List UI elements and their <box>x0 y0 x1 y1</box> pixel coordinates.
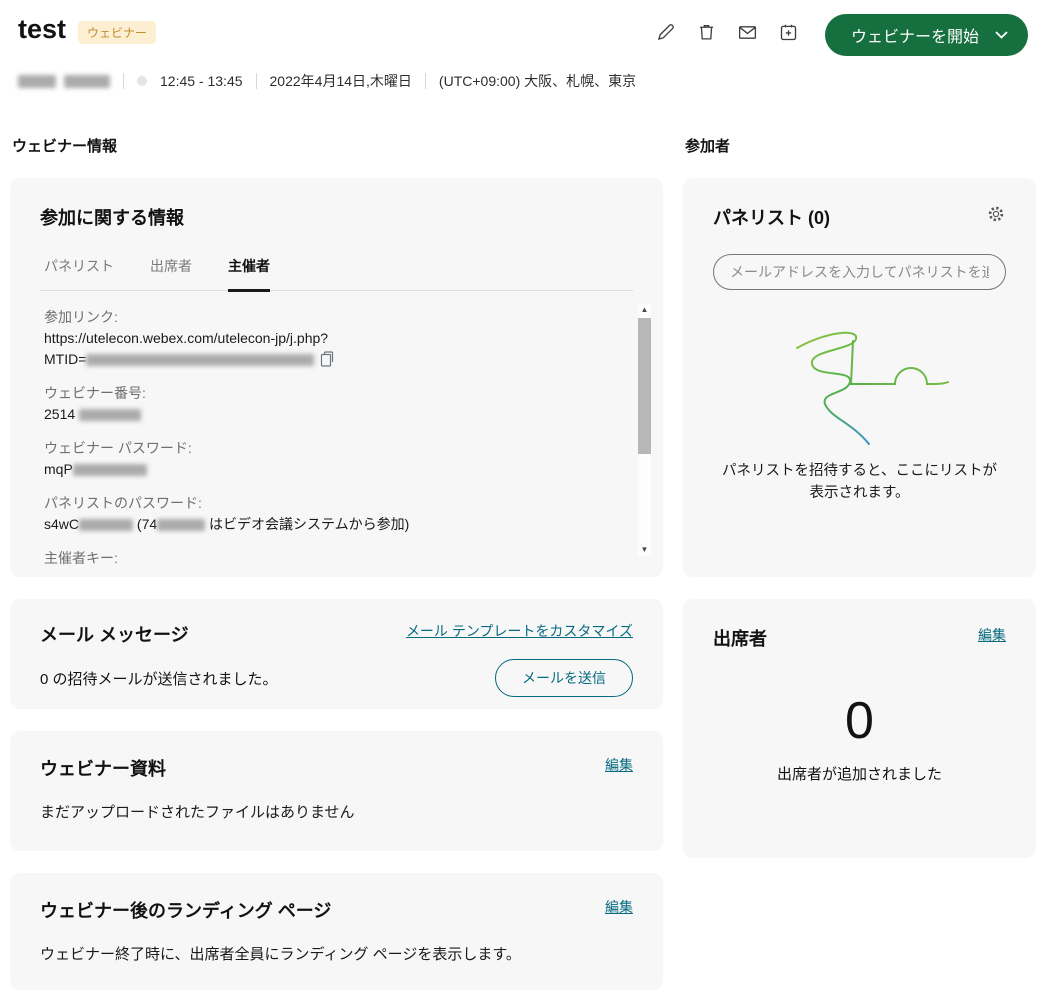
customize-email-template-link[interactable]: メール テンプレートをカスタマイズ <box>406 621 633 641</box>
add-panelist-input[interactable] <box>713 254 1006 290</box>
tab-attendee[interactable]: 出席者 <box>150 256 192 292</box>
webinar-number-label: ウェビナー番号: <box>44 383 599 404</box>
webinar-number-value: 2514 <box>44 404 599 425</box>
host-name-redacted <box>18 75 110 88</box>
attendees-card: 出席者 編集 0 出席者が追加されました <box>683 599 1036 858</box>
join-link-url: https://utelecon.webex.com/utelecon-jp/j… <box>44 328 599 349</box>
mtid-redacted <box>86 354 314 366</box>
join-info-title: 参加に関する情報 <box>40 204 633 230</box>
attendee-count-caption: 出席者が追加されました <box>713 763 1006 784</box>
panelist-card: パネリスト (0) <box>683 178 1036 577</box>
divider <box>425 73 426 89</box>
page-title: test <box>18 14 66 45</box>
landing-description: ウェビナー終了時に、出席者全員にランディング ページを表示します。 <box>40 943 633 964</box>
mtid-prefix: MTID= <box>44 351 86 367</box>
tab-panelist[interactable]: パネリスト <box>44 256 114 292</box>
landing-edit-link[interactable]: 編集 <box>605 897 633 917</box>
webinar-password-prefix: mqP <box>44 461 73 477</box>
status-dot-icon <box>137 76 147 86</box>
attendees-card-title: 出席者 <box>713 625 767 651</box>
participants-column: 参加者 パネリスト (0) <box>683 135 1036 858</box>
start-webinar-button[interactable]: ウェビナーを開始 <box>825 14 1028 56</box>
host-key-label: 主催者キー: <box>44 548 599 569</box>
send-email-button[interactable]: メールを送信 <box>495 659 633 697</box>
webinar-badge: ウェビナー <box>78 21 156 44</box>
webinar-info-column: ウェビナー情報 参加に関する情報 パネリスト 出席者 主催者 参加リンク: ht… <box>10 135 663 990</box>
materials-edit-link[interactable]: 編集 <box>605 755 633 775</box>
email-status-text: 0 の招待メールが送信されました。 <box>40 668 278 689</box>
panelist-password-value: s4wC (74 はビデオ会議システムから参加) <box>44 514 599 535</box>
webinar-materials-card: ウェビナー資料 編集 まだアップロードされたファイルはありません <box>10 731 663 851</box>
header-actions <box>655 22 799 43</box>
edit-icon[interactable] <box>655 22 676 43</box>
panelist-password-prefix: s4wC <box>44 516 79 532</box>
panelist-card-title: パネリスト (0) <box>713 204 830 230</box>
timezone: (UTC+09:00) 大阪、札幌、東京 <box>439 71 636 91</box>
attendee-count: 0 <box>713 695 1006 747</box>
panelist-password-label: パネリストのパスワード: <box>44 493 599 514</box>
panelist-password-mid: (74 <box>137 516 157 532</box>
landing-card-title: ウェビナー後のランディング ページ <box>40 897 331 923</box>
panelist-password-suffix: はビデオ会議システムから参加) <box>209 516 409 532</box>
tab-host[interactable]: 主催者 <box>228 256 270 292</box>
email-card-title: メール メッセージ <box>40 621 189 647</box>
time-range: 12:45 - 13:45 <box>160 73 243 89</box>
join-info-content: 参加リンク: https://utelecon.webex.com/utelec… <box>40 307 633 569</box>
attendees-edit-link[interactable]: 編集 <box>978 625 1006 645</box>
scrollbar: ▲ ▼ <box>638 304 651 556</box>
divider <box>123 73 124 89</box>
join-link-label: 参加リンク: <box>44 307 599 328</box>
scroll-up-icon[interactable]: ▲ <box>641 304 649 316</box>
section-title-webinar-info: ウェビナー情報 <box>12 135 663 156</box>
copy-icon[interactable] <box>320 351 334 367</box>
materials-empty-text: まだアップロードされたファイルはありません <box>40 801 633 822</box>
panelist-empty-text: パネリストを招待すると、ここにリストが表示されます。 <box>713 460 1006 505</box>
post-webinar-landing-card: ウェビナー後のランディング ページ 編集 ウェビナー終了時に、出席者全員にランデ… <box>10 873 663 990</box>
panelist-password-redacted <box>79 519 133 531</box>
scrollbar-thumb[interactable] <box>638 318 651 454</box>
join-link-mtid-line: MTID= <box>44 349 599 370</box>
join-info-card: 参加に関する情報 パネリスト 出席者 主催者 参加リンク: https://ut… <box>10 178 663 577</box>
webinar-password-value: mqP <box>44 459 599 480</box>
materials-card-title: ウェビナー資料 <box>40 755 166 781</box>
empty-panelist-illustration <box>745 314 975 452</box>
panelist-videopw-redacted <box>157 519 205 531</box>
add-to-calendar-icon[interactable] <box>778 22 799 43</box>
chevron-down-icon <box>995 31 1008 39</box>
webinar-password-redacted <box>73 464 147 476</box>
webinar-number-prefix: 2514 <box>44 406 75 422</box>
webinar-number-redacted <box>79 409 141 421</box>
divider <box>256 73 257 89</box>
gear-icon[interactable] <box>986 204 1006 224</box>
section-title-participants: 参加者 <box>685 135 1036 156</box>
start-webinar-label: ウェビナーを開始 <box>851 23 979 47</box>
delete-icon[interactable] <box>696 22 717 43</box>
date: 2022年4月14日,木曜日 <box>270 71 412 91</box>
join-info-tabs: パネリスト 出席者 主催者 <box>40 256 633 291</box>
page-header: test ウェビナー ウェビナーを開始 12 <box>0 0 1046 91</box>
email-message-card: メール メッセージ メール テンプレートをカスタマイズ 0 の招待メールが送信さ… <box>10 599 663 709</box>
webinar-password-label: ウェビナー パスワード: <box>44 438 599 459</box>
mail-icon[interactable] <box>737 22 758 43</box>
scroll-down-icon[interactable]: ▼ <box>641 544 649 556</box>
